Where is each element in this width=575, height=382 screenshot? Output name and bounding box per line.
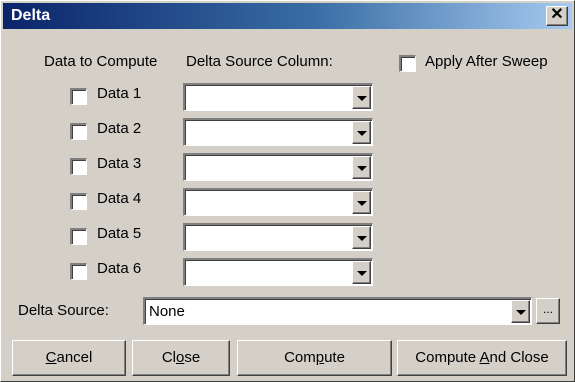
data-1-checkbox[interactable] — [70, 88, 87, 105]
chevron-down-icon[interactable] — [352, 156, 371, 179]
close-button[interactable]: Close — [132, 340, 230, 376]
delta-source-value: None — [149, 303, 185, 320]
data-1-label: Data 1 — [97, 85, 142, 102]
apply-after-sweep-label: Apply After Sweep — [425, 53, 548, 70]
data-2-source-column-select[interactable] — [183, 118, 373, 146]
data-to-compute-header: Data to Compute — [44, 53, 158, 70]
delta-source-select[interactable]: None — [143, 297, 532, 325]
chevron-down-icon[interactable] — [352, 191, 371, 214]
compute-button[interactable]: Compute — [237, 340, 392, 376]
chevron-down-icon[interactable] — [511, 300, 530, 323]
cancel-button[interactable]: Cancel — [12, 340, 126, 376]
data-4-source-column-select[interactable] — [183, 188, 373, 216]
close-window-button[interactable]: ✕ — [546, 6, 568, 26]
delta-source-label: Delta Source: — [18, 302, 109, 319]
data-6-source-column-select[interactable] — [183, 258, 373, 286]
compute-and-close-button[interactable]: Compute And Close — [397, 340, 567, 376]
data-6-checkbox[interactable] — [70, 263, 87, 280]
data-4-label: Data 4 — [97, 190, 142, 207]
data-3-source-column-select[interactable] — [183, 153, 373, 181]
browse-delta-source-button[interactable]: ... — [536, 298, 560, 324]
data-3-checkbox[interactable] — [70, 158, 87, 175]
delta-source-column-header: Delta Source Column: — [186, 53, 333, 70]
data-2-checkbox[interactable] — [70, 123, 87, 140]
chevron-down-icon[interactable] — [352, 226, 371, 249]
chevron-down-icon[interactable] — [352, 121, 371, 144]
chevron-down-icon[interactable] — [352, 261, 371, 284]
data-5-checkbox[interactable] — [70, 228, 87, 245]
data-4-checkbox[interactable] — [70, 193, 87, 210]
delta-dialog: Delta ✕ Data to Compute Delta Source Col… — [0, 0, 575, 382]
data-5-source-column-select[interactable] — [183, 223, 373, 251]
chevron-down-icon[interactable] — [352, 86, 371, 109]
close-icon: ✕ — [550, 6, 564, 23]
window-title: Delta — [11, 7, 51, 24]
data-6-label: Data 6 — [97, 260, 142, 277]
data-2-label: Data 2 — [97, 120, 142, 137]
data-5-label: Data 5 — [97, 225, 142, 242]
data-3-label: Data 3 — [97, 155, 142, 172]
title-bar[interactable]: Delta ✕ — [3, 3, 572, 29]
data-1-source-column-select[interactable] — [183, 83, 373, 111]
apply-after-sweep-checkbox[interactable] — [399, 55, 416, 72]
